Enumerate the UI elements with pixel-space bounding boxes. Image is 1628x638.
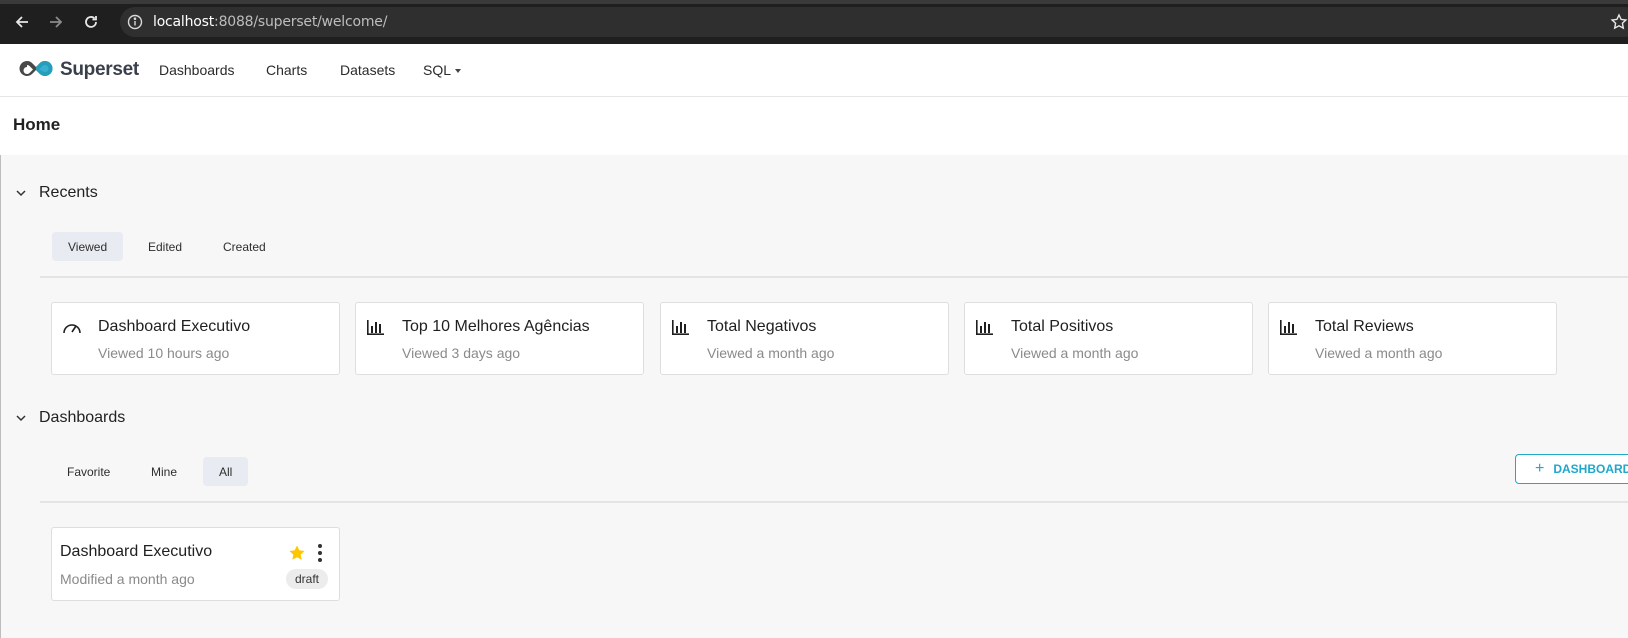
dashboard-card-subtitle: Modified a month ago <box>60 571 195 587</box>
dashboard-card-title[interactable]: Dashboard Executivo <box>60 543 212 561</box>
browser-toolbar: localhost:8088/superset/welcome/ <box>0 0 1628 44</box>
page-header: Home <box>0 97 1628 155</box>
add-dashboard-button[interactable]: + DASHBOARD <box>1515 454 1628 484</box>
menu-datasets[interactable]: Datasets <box>340 62 395 78</box>
menu-charts[interactable]: Charts <box>266 62 307 78</box>
recents-divider <box>40 276 1628 278</box>
tab-edited[interactable]: Edited <box>132 232 198 261</box>
tab-favorite[interactable]: Favorite <box>51 457 126 486</box>
superset-logo[interactable]: Superset <box>16 58 139 82</box>
recent-card-title[interactable]: Total Negativos <box>707 318 816 336</box>
recent-card[interactable]: Top 10 Melhores Agências Viewed 3 days a… <box>355 302 644 375</box>
menu-dashboards[interactable]: Dashboards <box>159 62 235 78</box>
dashboards-title: Dashboards <box>39 409 126 426</box>
bar-chart-icon <box>976 320 993 335</box>
reload-icon[interactable] <box>79 10 103 34</box>
page-title: Home <box>13 115 61 134</box>
recent-card-title[interactable]: Dashboard Executivo <box>98 318 250 336</box>
dashboards-divider <box>40 501 1628 503</box>
recent-card-subtitle: Viewed a month ago <box>1315 345 1443 361</box>
chevron-down-icon[interactable] <box>14 186 28 200</box>
plus-icon: + <box>1535 460 1545 477</box>
bar-chart-icon <box>1280 320 1297 335</box>
address-bar[interactable]: localhost:8088/superset/welcome/ <box>120 7 1628 37</box>
recent-card-title[interactable]: Total Reviews <box>1315 318 1414 336</box>
chevron-down-icon[interactable] <box>14 411 28 425</box>
tab-created[interactable]: Created <box>207 232 282 261</box>
recent-card-subtitle: Viewed a month ago <box>1011 345 1139 361</box>
recents-title: Recents <box>39 184 98 201</box>
recent-card[interactable]: Dashboard Executivo Viewed 10 hours ago <box>51 302 340 375</box>
bar-chart-icon <box>367 320 384 335</box>
dashboard-gauge-icon <box>63 324 81 334</box>
tab-viewed[interactable]: Viewed <box>52 232 124 261</box>
bookmark-star-icon[interactable] <box>1610 13 1628 31</box>
recent-card-subtitle: Viewed 10 hours ago <box>98 345 230 361</box>
recent-card-title[interactable]: Top 10 Melhores Agências <box>402 318 590 336</box>
dashboards-section-header[interactable]: Dashboards <box>14 409 125 427</box>
recent-card-title[interactable]: Total Positivos <box>1011 318 1113 336</box>
bar-chart-icon <box>672 320 689 335</box>
caret-down-icon <box>455 69 462 74</box>
back-arrow-icon[interactable] <box>10 10 34 34</box>
app-navbar: Superset Dashboards Charts Datasets SQL <box>0 44 1628 97</box>
more-options-icon[interactable] <box>316 543 324 563</box>
status-badge: draft <box>286 569 329 589</box>
superset-logo-icon <box>19 60 53 76</box>
add-dashboard-label: DASHBOARD <box>1553 462 1628 476</box>
dashboard-card[interactable]: Dashboard Executivo Modified a month ago… <box>51 527 340 601</box>
recent-card-subtitle: Viewed 3 days ago <box>402 345 521 361</box>
menu-sql-label: SQL <box>423 62 452 78</box>
favorite-star-icon[interactable] <box>288 544 306 562</box>
recent-card-subtitle: Viewed a month ago <box>707 345 835 361</box>
recent-card[interactable]: Total Reviews Viewed a month ago <box>1268 302 1557 375</box>
recents-section-header[interactable]: Recents <box>14 184 98 202</box>
forward-arrow-icon[interactable] <box>44 10 68 34</box>
tab-mine[interactable]: Mine <box>135 457 193 486</box>
menu-sql[interactable]: SQL <box>423 62 462 78</box>
site-info-icon[interactable] <box>126 13 144 31</box>
brand-name: Superset <box>60 59 139 80</box>
tab-all[interactable]: All <box>203 457 249 486</box>
recent-card[interactable]: Total Negativos Viewed a month ago <box>660 302 949 375</box>
recent-card[interactable]: Total Positivos Viewed a month ago <box>964 302 1253 375</box>
url-text[interactable]: localhost:8088/superset/welcome/ <box>153 14 387 30</box>
